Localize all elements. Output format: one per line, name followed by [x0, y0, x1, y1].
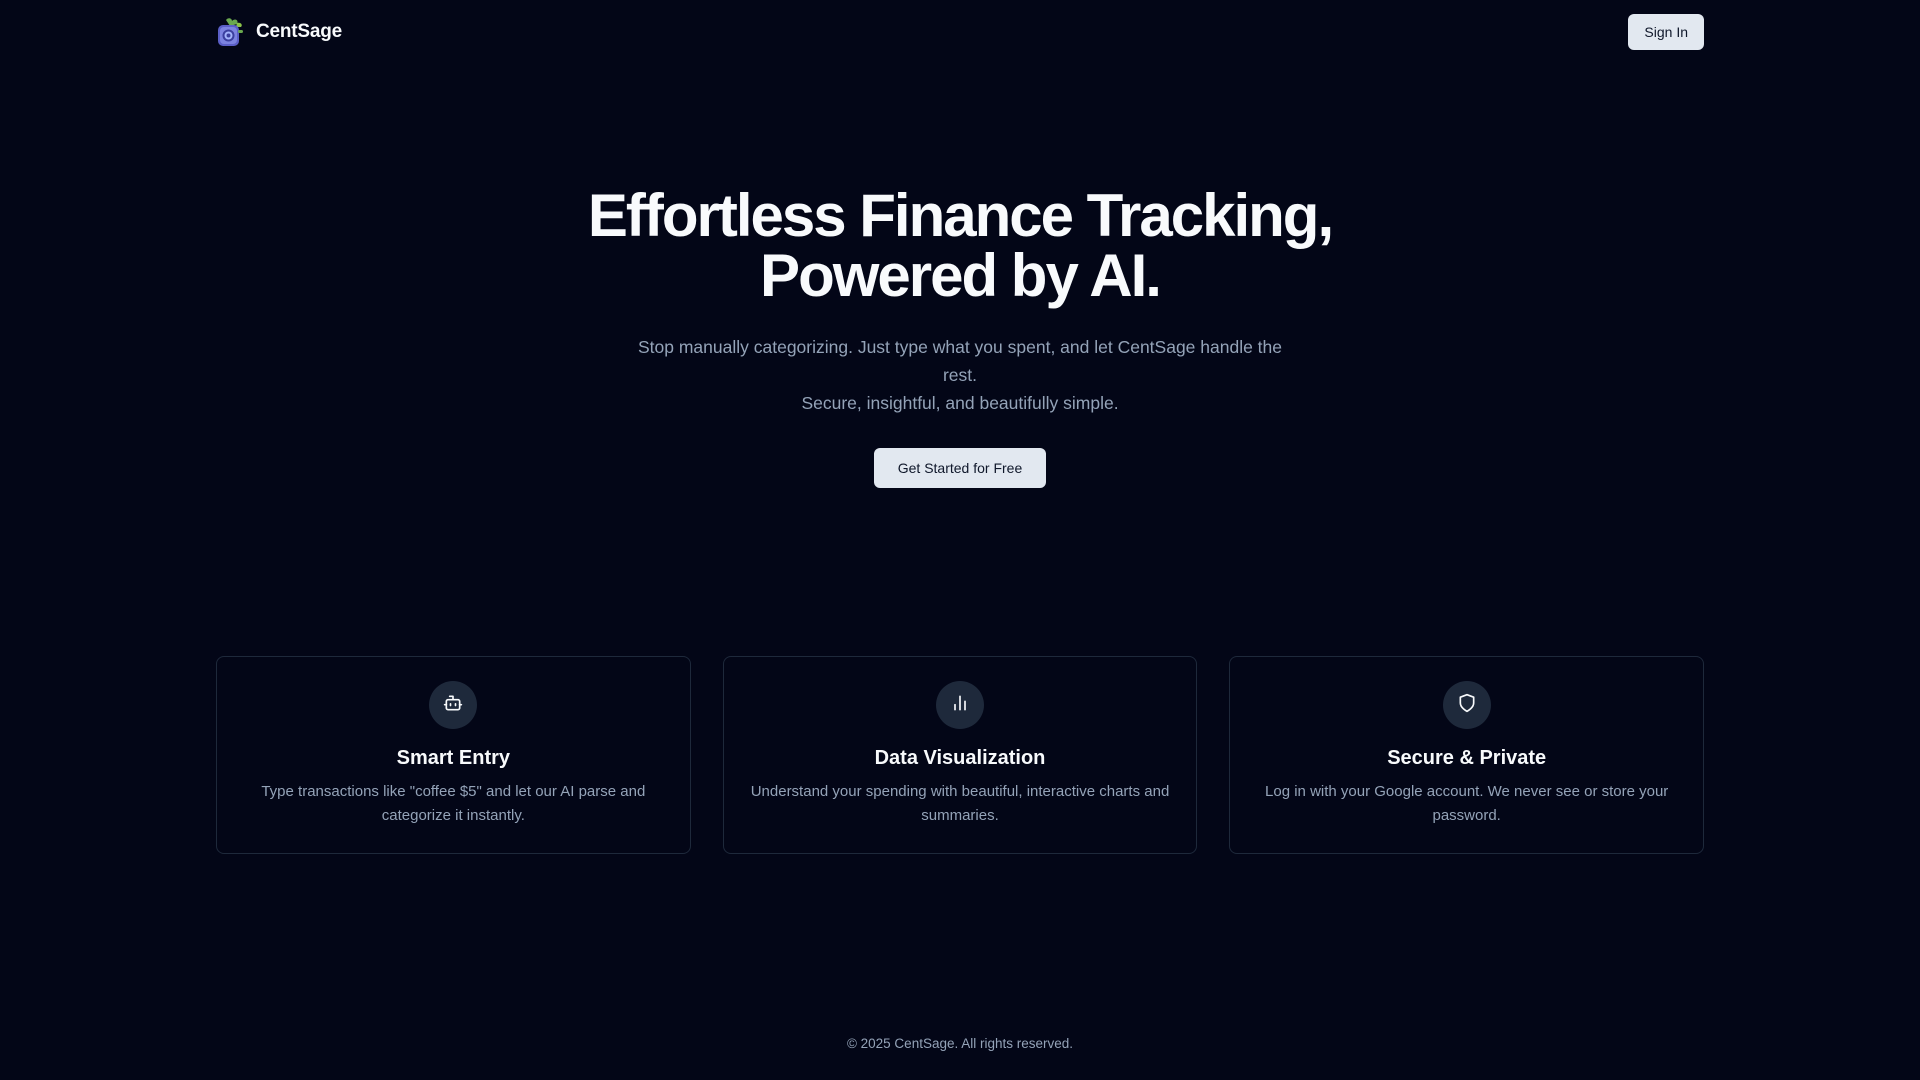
- hero-title: Effortless Finance Tracking, Powered by …: [0, 186, 1920, 306]
- bar-chart-icon: [950, 693, 970, 718]
- hero-title-line2: Powered by AI.: [760, 242, 1162, 309]
- copyright-text: © 2025 CentSage. All rights reserved.: [846, 1036, 1074, 1051]
- feature-description: Understand your spending with beautiful,…: [750, 783, 1170, 824]
- brand-link[interactable]: CentSage: [216, 16, 342, 48]
- get-started-button[interactable]: Get Started for Free: [873, 448, 1047, 488]
- feature-title: Secure & Private: [1387, 747, 1547, 769]
- features-section: Smart Entry Type transactions like "coff…: [216, 656, 1705, 854]
- feature-description: Type transactions like "coffee $5" and l…: [261, 783, 646, 824]
- hero-title-line1: Effortless Finance Tracking,: [587, 182, 1334, 249]
- shield-icon: [1457, 693, 1477, 718]
- feature-icon-container: [936, 681, 984, 729]
- bot-icon: [443, 693, 463, 718]
- feature-card-data-visualization: Data Visualization Understand your spend…: [722, 656, 1198, 854]
- feature-card-smart-entry: Smart Entry Type transactions like "coff…: [216, 656, 691, 854]
- hero-section: Effortless Finance Tracking, Powered by …: [0, 186, 1920, 488]
- feature-title: Data Visualization: [874, 747, 1046, 769]
- feature-description: Log in with your Google account. We neve…: [1265, 783, 1669, 824]
- feature-title: Smart Entry: [396, 747, 511, 769]
- feature-icon-container: [1442, 681, 1491, 729]
- feature-icon-container: [429, 681, 478, 729]
- hero-subtitle-line2: Secure, insightful, and beautifully simp…: [801, 393, 1119, 413]
- site-header: CentSage Sign In: [216, 0, 1704, 64]
- site-footer: © 2025 CentSage. All rights reserved.: [0, 1036, 1920, 1051]
- logo-icon: [216, 16, 248, 48]
- feature-card-secure-private: Secure & Private Log in with your Google…: [1229, 656, 1705, 854]
- hero-subtitle: Stop manually categorizing. Just type wh…: [620, 333, 1300, 417]
- hero-subtitle-line1: Stop manually categorizing. Just type wh…: [637, 337, 1283, 385]
- sign-in-button[interactable]: Sign In: [1628, 13, 1704, 50]
- brand-name: CentSage: [256, 21, 343, 42]
